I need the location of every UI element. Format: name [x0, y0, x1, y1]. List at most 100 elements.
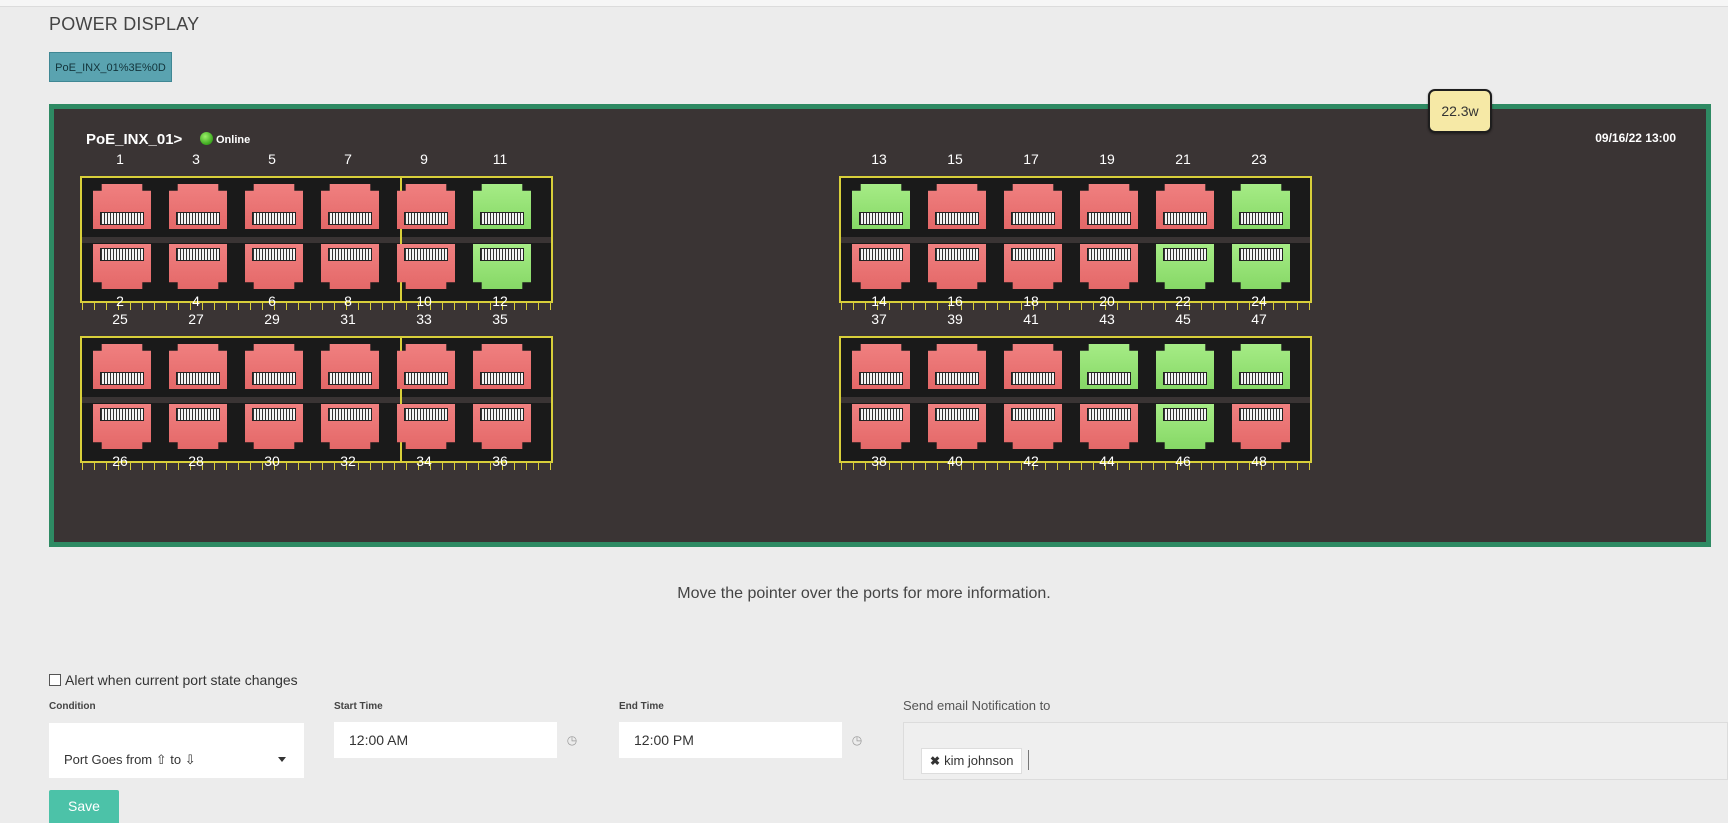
port-17[interactable]: [1004, 184, 1062, 229]
port-40[interactable]: [928, 404, 986, 449]
email-recipients-input[interactable]: ✖ kim johnson: [903, 722, 1728, 780]
port-number-label: 48: [1251, 453, 1267, 469]
chevron-down-icon: [278, 757, 286, 762]
port-27[interactable]: [169, 344, 227, 389]
condition-value: Port Goes from ⇧ to ⇩: [64, 752, 196, 767]
port-pins: [252, 408, 296, 421]
port-number-label: 32: [340, 453, 356, 469]
port-26[interactable]: [93, 404, 151, 449]
port-pins: [480, 248, 524, 261]
port-pins: [1239, 212, 1283, 225]
port-12[interactable]: [473, 244, 531, 289]
port-number-label: 3: [192, 151, 200, 167]
port-36[interactable]: [473, 404, 531, 449]
port-number-label: 31: [340, 311, 356, 327]
port-number-label: 43: [1099, 311, 1115, 327]
port-pins: [1087, 372, 1131, 385]
port-38[interactable]: [852, 404, 910, 449]
port-number-label: 22: [1175, 293, 1191, 309]
port-number-label: 36: [492, 453, 508, 469]
port-4[interactable]: [169, 244, 227, 289]
port-15[interactable]: [928, 184, 986, 229]
clock-icon[interactable]: ◷: [556, 722, 588, 758]
port-6[interactable]: [245, 244, 303, 289]
port-pins: [100, 372, 144, 385]
port-8[interactable]: [321, 244, 379, 289]
port-11[interactable]: [473, 184, 531, 229]
save-button[interactable]: Save: [49, 790, 119, 823]
port-41[interactable]: [1004, 344, 1062, 389]
port-2[interactable]: [93, 244, 151, 289]
condition-select[interactable]: Port Goes from ⇧ to ⇩: [49, 723, 304, 778]
port-32[interactable]: [321, 404, 379, 449]
port-pins: [1239, 248, 1283, 261]
port-pins: [859, 248, 903, 261]
start-time-input[interactable]: 12:00 AM: [334, 722, 557, 758]
port-pins: [176, 372, 220, 385]
port-28[interactable]: [169, 404, 227, 449]
port-pins: [176, 248, 220, 261]
port-39[interactable]: [928, 344, 986, 389]
port-34[interactable]: [397, 404, 455, 449]
port-pins: [328, 372, 372, 385]
row-separator: [841, 237, 1310, 243]
port-number-label: 27: [188, 311, 204, 327]
port-43[interactable]: [1080, 344, 1138, 389]
port-pins: [1011, 372, 1055, 385]
port-35[interactable]: [473, 344, 531, 389]
port-pins: [480, 408, 524, 421]
port-number-label: 20: [1099, 293, 1115, 309]
port-20[interactable]: [1080, 244, 1138, 289]
port-16[interactable]: [928, 244, 986, 289]
status-online-icon: [200, 132, 213, 145]
port-pins: [1163, 408, 1207, 421]
port-number-label: 17: [1023, 151, 1039, 167]
start-time-label: Start Time: [334, 701, 383, 712]
port-48[interactable]: [1232, 404, 1290, 449]
port-number-label: 29: [264, 311, 280, 327]
port-pins: [935, 372, 979, 385]
device-tab[interactable]: PoE_INX_01%3E%0D: [49, 52, 172, 82]
port-14[interactable]: [852, 244, 910, 289]
port-number-label: 42: [1023, 453, 1039, 469]
port-number-label: 4: [192, 293, 200, 309]
port-13[interactable]: [852, 184, 910, 229]
port-19[interactable]: [1080, 184, 1138, 229]
alert-toggle[interactable]: Alert when current port state changes: [49, 672, 298, 688]
port-18[interactable]: [1004, 244, 1062, 289]
port-number-label: 35: [492, 311, 508, 327]
port-1[interactable]: [93, 184, 151, 229]
port-47[interactable]: [1232, 344, 1290, 389]
port-5[interactable]: [245, 184, 303, 229]
port-30[interactable]: [245, 404, 303, 449]
port-9[interactable]: [397, 184, 455, 229]
port-23[interactable]: [1232, 184, 1290, 229]
port-42[interactable]: [1004, 404, 1062, 449]
port-number-label: 14: [871, 293, 887, 309]
port-37[interactable]: [852, 344, 910, 389]
port-3[interactable]: [169, 184, 227, 229]
port-number-label: 41: [1023, 311, 1039, 327]
port-33[interactable]: [397, 344, 455, 389]
port-pins: [1239, 408, 1283, 421]
port-25[interactable]: [93, 344, 151, 389]
port-24[interactable]: [1232, 244, 1290, 289]
port-46[interactable]: [1156, 404, 1214, 449]
port-45[interactable]: [1156, 344, 1214, 389]
port-number-label: 40: [947, 453, 963, 469]
port-29[interactable]: [245, 344, 303, 389]
port-number-label: 12: [492, 293, 508, 309]
clock-icon[interactable]: ◷: [841, 722, 873, 758]
port-pins: [1163, 248, 1207, 261]
port-22[interactable]: [1156, 244, 1214, 289]
port-10[interactable]: [397, 244, 455, 289]
port-31[interactable]: [321, 344, 379, 389]
port-pins: [935, 408, 979, 421]
remove-icon[interactable]: ✖: [930, 749, 940, 773]
alert-checkbox[interactable]: [49, 674, 61, 686]
port-7[interactable]: [321, 184, 379, 229]
port-21[interactable]: [1156, 184, 1214, 229]
port-44[interactable]: [1080, 404, 1138, 449]
recipient-chip: ✖ kim johnson: [921, 748, 1023, 774]
end-time-input[interactable]: 12:00 PM: [619, 722, 842, 758]
